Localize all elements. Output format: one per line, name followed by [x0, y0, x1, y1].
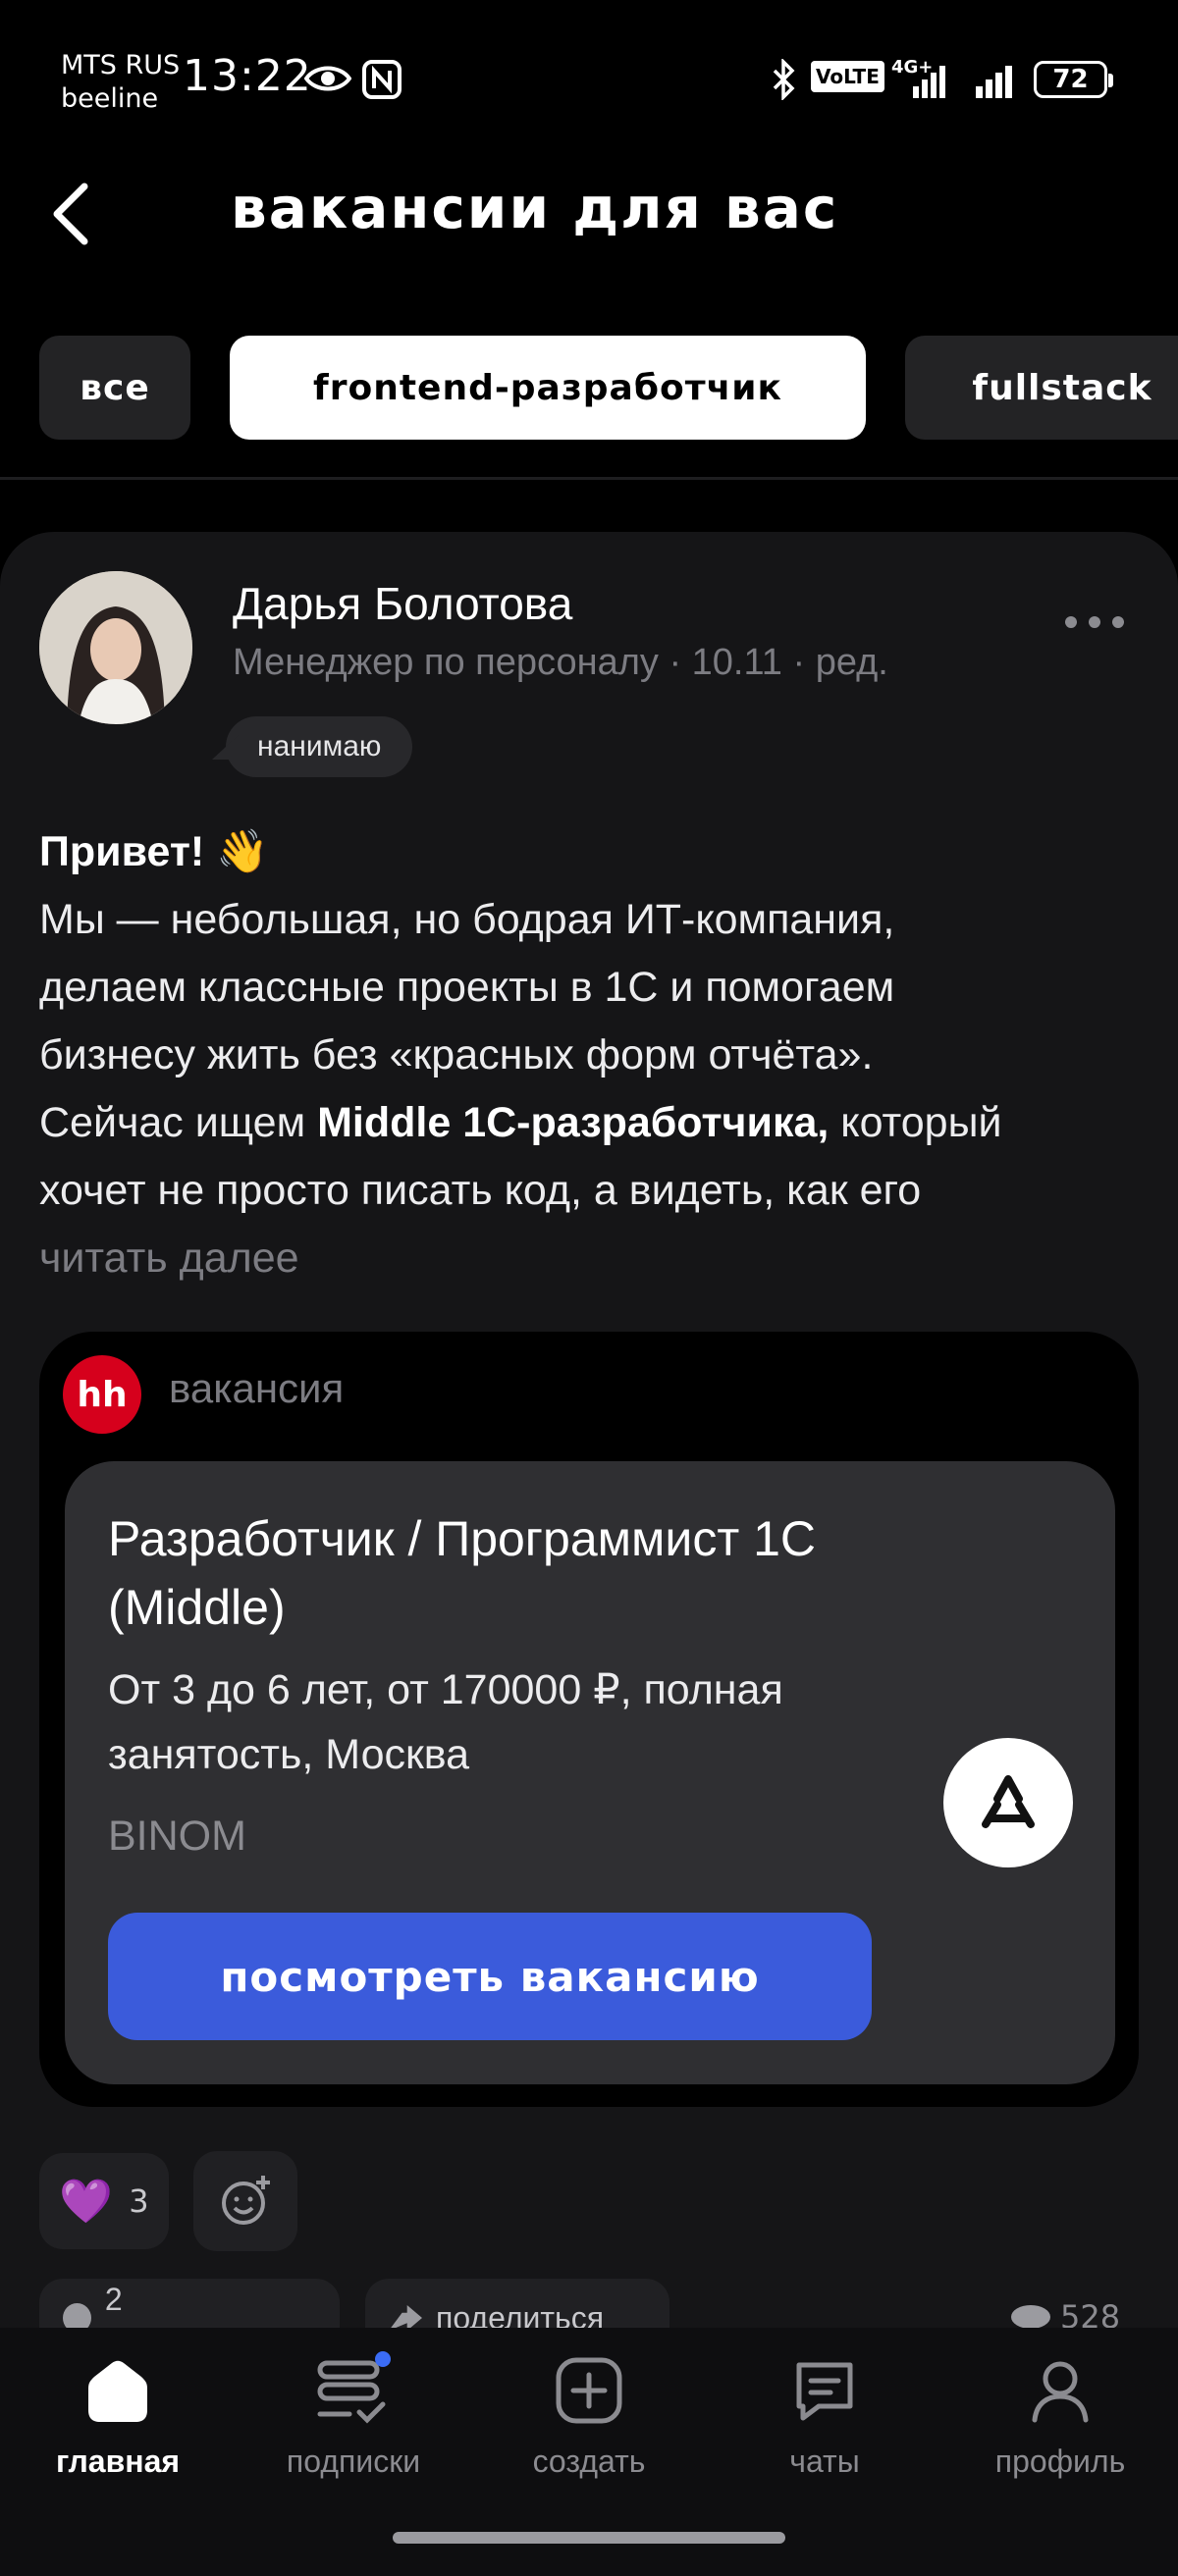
nav-create[interactable]: создать [491, 2355, 687, 2480]
eye-icon [1011, 2305, 1050, 2329]
signal-1-icon [913, 66, 945, 98]
notification-dot [375, 2351, 391, 2367]
chip-frontend-developer[interactable]: frontend-разработчик [230, 336, 866, 440]
chevron-left-icon [53, 183, 88, 245]
vacancy-title: Разработчик / Программист 1С (Middle) [108, 1511, 817, 1635]
nav-subscriptions[interactable]: подписки [255, 2351, 452, 2480]
carrier-info: MTS RUS beeline [61, 49, 180, 116]
vacancy-embed: hh вакансия Разработчик / Программист 1С… [39, 1332, 1139, 2107]
post-line-bold: Middle 1С-разработчика, [317, 1099, 830, 1146]
post-line-text: который [829, 1099, 1002, 1146]
clock: 13:22 [183, 51, 312, 101]
post-card: Дарья Болотова Менеджер по персоналу · 1… [0, 532, 1178, 2396]
status-bar: MTS RUS beeline 13:22 VoLTE 4G+ 72 [0, 0, 1178, 162]
back-button[interactable] [49, 177, 108, 251]
create-icon [556, 2357, 622, 2424]
page-title: вакансии для вас [231, 175, 839, 241]
battery-indicator: 72 [1034, 61, 1113, 98]
profile-icon [1032, 2361, 1089, 2423]
avatar-photo [39, 571, 192, 724]
post-line: делаем классные проекты в 1С и помогаем [39, 964, 895, 1011]
reaction-heart[interactable]: 💜 3 [39, 2153, 169, 2249]
nav-chats[interactable]: чаты [726, 2355, 923, 2480]
author-name[interactable]: Дарья Болотова [233, 577, 572, 630]
eye-icon [304, 66, 351, 91]
nav-create-label: создать [532, 2444, 646, 2479]
nav-subscriptions-label: подписки [286, 2444, 421, 2479]
add-emoji-icon [222, 2176, 270, 2225]
more-options-icon[interactable] [1065, 612, 1124, 632]
nav-chats-label: чаты [789, 2444, 860, 2479]
signal-2-icon [976, 66, 1012, 98]
vacancy-description: От 3 до 6 лет, от 170000 ₽, полная занят… [108, 1666, 783, 1778]
hiring-badge: нанимаю [226, 716, 413, 777]
purple-heart-icon: 💜 [59, 2177, 114, 2227]
divider [0, 477, 1178, 480]
nav-profile[interactable]: профиль [962, 2355, 1158, 2480]
company-logo-icon [982, 1775, 1035, 1828]
chip-fullstack[interactable]: fullstack [905, 336, 1178, 440]
nav-home-label: главная [55, 2444, 181, 2479]
reaction-count: 3 [129, 2182, 149, 2220]
nav-home[interactable]: главная [20, 2355, 216, 2480]
chip-all[interactable]: все [39, 336, 190, 440]
volte-icon: VoLTE [811, 61, 884, 92]
read-more-link[interactable]: читать далее [39, 1225, 1149, 1292]
post-line: хочет не просто писать код, а видеть, ка… [39, 1167, 922, 1214]
view-vacancy-button[interactable]: посмотреть вакансию [108, 1913, 872, 2040]
vacancy-label: вакансия [169, 1365, 345, 1411]
nav-profile-label: профиль [994, 2444, 1126, 2479]
carrier-2: beeline [61, 83, 159, 114]
filter-chips: все frontend-разработчик fullstack [0, 336, 1178, 440]
post-greeting: Привет! 👋 [39, 828, 269, 875]
post-line: Сейчас ищем Middle 1С-разработчика, кото… [39, 1089, 1149, 1157]
avatar[interactable] [39, 571, 192, 724]
vacancy-card[interactable]: Разработчик / Программист 1С (Middle) От… [65, 1461, 1115, 2084]
chat-icon [796, 2362, 853, 2421]
home-icon [88, 2360, 147, 2422]
vacancy-company: BINOM [108, 1813, 246, 1860]
hh-logo: hh [63, 1355, 141, 1434]
bluetooth-icon [773, 59, 795, 100]
post-line: Мы — небольшая, но бодрая ИТ-компания, [39, 896, 895, 943]
home-indicator[interactable] [393, 2532, 785, 2544]
company-logo [943, 1738, 1073, 1867]
add-reaction-button[interactable] [193, 2151, 297, 2251]
carrier-1: MTS RUS [61, 50, 181, 80]
post-text[interactable]: Привет! 👋 Мы — небольшая, но бодрая ИТ-к… [39, 818, 1149, 1292]
post-line-text: Сейчас ищем [39, 1099, 318, 1146]
post-meta: Менеджер по персоналу · 10.11 · ред. [233, 642, 888, 683]
nfc-icon [362, 60, 402, 99]
post-line: бизнесу жить без «красных форм отчёта». [39, 1031, 874, 1078]
